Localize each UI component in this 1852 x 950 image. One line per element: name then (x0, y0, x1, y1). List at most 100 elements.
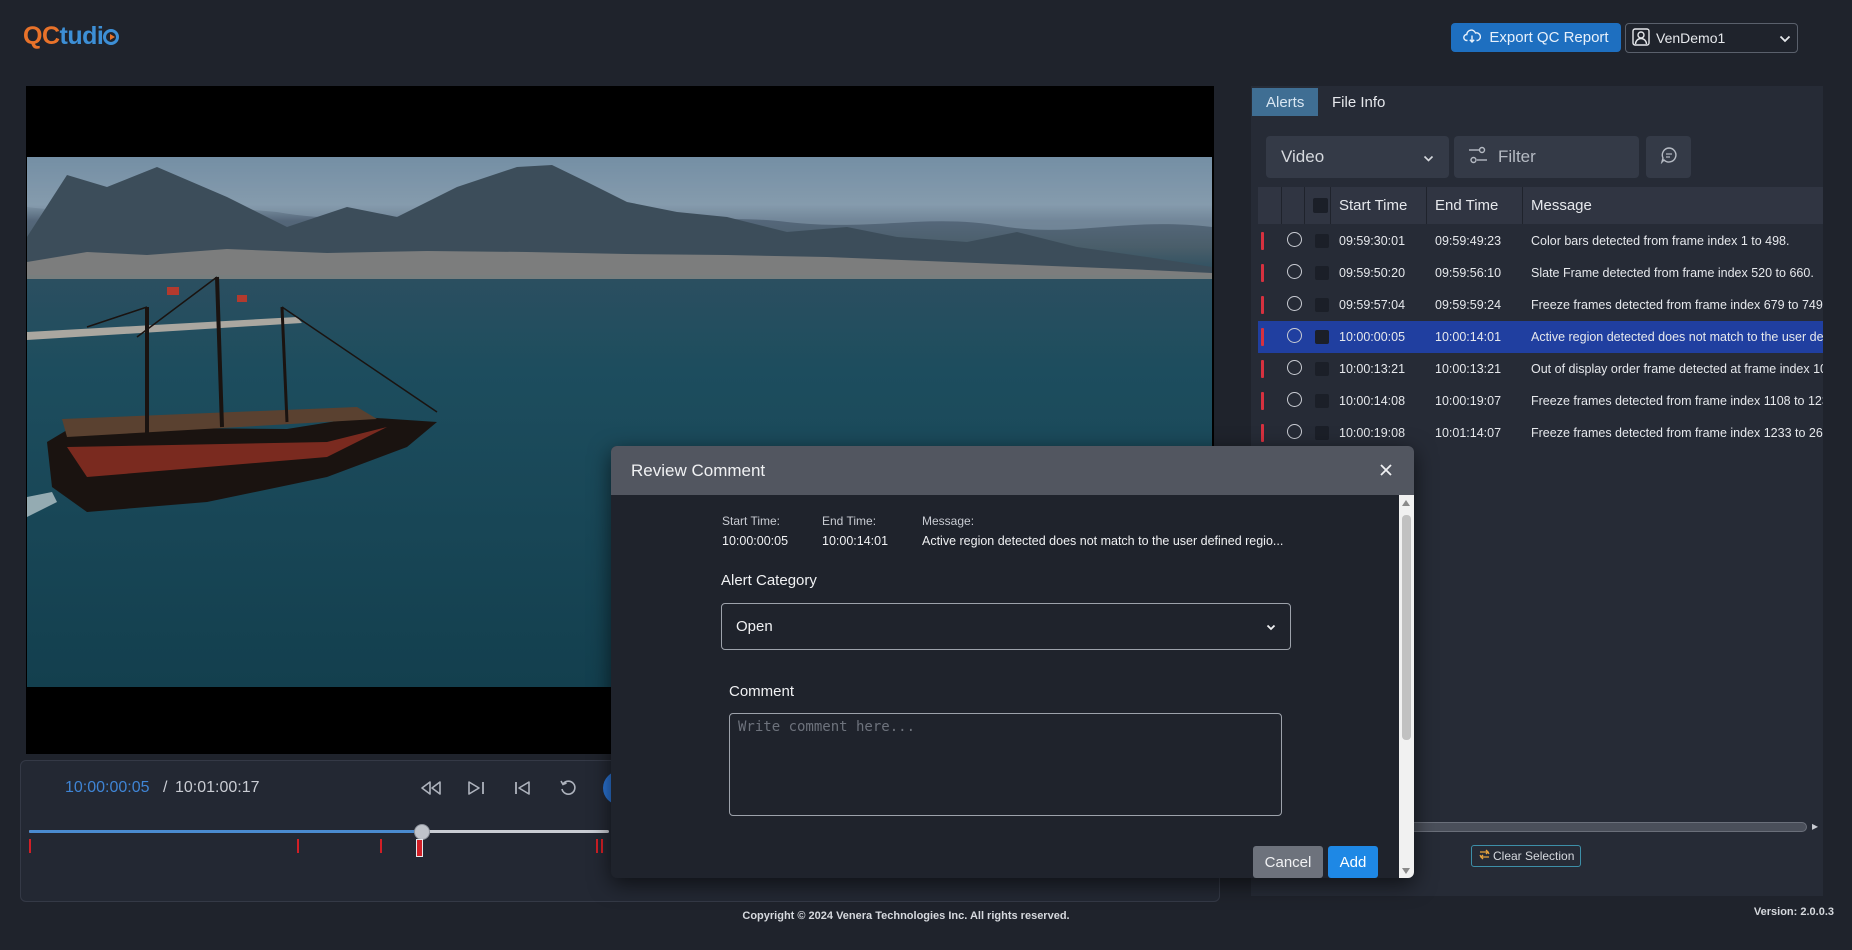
table-row[interactable]: 10:00:13:21 10:00:13:21 Out of display o… (1258, 353, 1823, 385)
row-checkbox[interactable] (1315, 394, 1329, 408)
table-row[interactable]: 10:00:19:08 10:01:14:07 Freeze frames de… (1258, 417, 1823, 449)
table-row[interactable]: 09:59:50:20 09:59:56:10 Slate Frame dete… (1258, 257, 1823, 289)
cell-start-time: 09:59:50:20 (1339, 266, 1406, 280)
row-checkbox[interactable] (1315, 330, 1329, 344)
comment-icon (1660, 146, 1678, 169)
scroll-up-icon[interactable] (1402, 500, 1410, 506)
clear-selection-button[interactable]: Clear Selection (1471, 845, 1582, 867)
comment-button[interactable] (1646, 136, 1691, 178)
cell-message: Color bars detected from frame index 1 t… (1531, 234, 1790, 248)
cell-start-time: 09:59:30:01 (1339, 234, 1406, 248)
start-time-label: Start Time: (722, 514, 781, 528)
horizontal-scrollbar[interactable] (1409, 822, 1807, 832)
close-icon[interactable] (1376, 460, 1396, 480)
cell-start-time: 10:00:00:05 (1339, 330, 1406, 344)
export-qc-report-button[interactable]: Export QC Report (1451, 23, 1621, 52)
scrollbar-thumb[interactable] (1402, 515, 1411, 740)
alert-severity-marker (1261, 392, 1264, 410)
row-radio[interactable] (1287, 328, 1302, 343)
cell-message: Freeze frames detected from frame index … (1531, 426, 1823, 440)
cell-end-time: 10:00:14:01 (1435, 330, 1502, 344)
version-text: Version: 2.0.0.3 (1753, 906, 1834, 918)
row-checkbox[interactable] (1315, 362, 1329, 376)
clear-icon (1478, 849, 1491, 863)
stream-select-value: Video (1281, 147, 1325, 166)
tab-alerts[interactable]: Alerts (1252, 88, 1319, 116)
cell-message: Active region detected does not match to… (1531, 330, 1823, 344)
alert-marker[interactable] (29, 839, 31, 853)
add-button[interactable]: Add (1328, 846, 1378, 878)
table-header: Start Time End Time Message (1258, 187, 1823, 224)
column-header-message[interactable]: Message (1531, 197, 1592, 214)
dialog-vertical-scrollbar[interactable] (1399, 495, 1414, 878)
alert-marker[interactable] (297, 839, 299, 853)
row-checkbox[interactable] (1315, 298, 1329, 312)
cell-end-time: 10:00:13:21 (1435, 362, 1502, 376)
stream-select[interactable]: Video (1266, 136, 1449, 178)
column-header-end-time[interactable]: End Time (1435, 197, 1498, 214)
chevron-down-icon (1423, 147, 1434, 167)
cell-end-time: 09:59:59:24 (1435, 298, 1502, 312)
table-row-selected[interactable]: 10:00:00:05 10:00:14:01 Active region de… (1258, 321, 1823, 353)
filter-label: Filter (1498, 147, 1536, 166)
row-checkbox[interactable] (1315, 266, 1329, 280)
tab-file-info[interactable]: File Info (1318, 88, 1399, 116)
alert-severity-marker (1261, 264, 1264, 282)
alert-severity-marker (1261, 232, 1264, 250)
alert-category-select[interactable]: Open (721, 603, 1291, 650)
row-radio[interactable] (1287, 360, 1302, 375)
table-row[interactable]: 09:59:57:04 09:59:59:24 Freeze frames de… (1258, 289, 1823, 321)
table-row[interactable]: 10:00:14:08 10:00:19:07 Freeze frames de… (1258, 385, 1823, 417)
replay-icon[interactable] (556, 776, 580, 800)
alert-marker[interactable] (596, 839, 598, 853)
select-all-checkbox[interactable] (1313, 198, 1328, 213)
export-button-label: Export QC Report (1489, 29, 1609, 46)
row-checkbox[interactable] (1315, 234, 1329, 248)
cell-start-time: 10:00:14:08 (1339, 394, 1406, 408)
cloud-download-icon (1463, 28, 1482, 47)
end-time-value: 10:00:14:01 (822, 534, 889, 548)
alert-severity-marker (1261, 360, 1264, 378)
user-name: VenDemo1 (1656, 30, 1726, 46)
cell-end-time: 10:01:14:07 (1435, 426, 1502, 440)
play-circle-icon (103, 29, 120, 45)
cell-message: Out of display order frame detected at f… (1531, 362, 1823, 376)
scroll-down-icon[interactable] (1402, 868, 1410, 874)
scrub-handle[interactable] (414, 824, 430, 840)
frame-step-icon[interactable] (465, 776, 489, 800)
comment-textarea[interactable]: Write comment here... (729, 713, 1282, 816)
row-radio[interactable] (1287, 232, 1302, 247)
alert-category-value: Open (736, 618, 773, 635)
table-row[interactable]: 09:59:30:01 09:59:49:23 Color bars detec… (1258, 225, 1823, 257)
alert-marker-selected[interactable] (416, 839, 423, 857)
alert-severity-marker (1261, 296, 1264, 314)
add-button-label: Add (1339, 853, 1367, 871)
dialog-header: Review Comment (611, 446, 1414, 495)
rewind-icon[interactable] (419, 776, 443, 800)
row-radio[interactable] (1287, 296, 1302, 311)
column-header-start-time[interactable]: Start Time (1339, 197, 1407, 214)
row-radio[interactable] (1287, 264, 1302, 279)
chevron-down-icon (1779, 30, 1791, 46)
row-radio[interactable] (1287, 392, 1302, 407)
tab-label: File Info (1332, 93, 1386, 111)
filter-button[interactable]: Filter (1454, 136, 1639, 178)
alert-marker[interactable] (601, 839, 603, 853)
alert-marker[interactable] (380, 839, 382, 853)
message-value: Active region detected does not match to… (922, 534, 1284, 548)
cell-message: Slate Frame detected from frame index 52… (1531, 266, 1814, 280)
clear-selection-label: Clear Selection (1493, 849, 1575, 863)
scroll-right-icon[interactable]: ▸ (1812, 819, 1818, 833)
user-select[interactable]: VenDemo1 (1625, 23, 1798, 53)
row-checkbox[interactable] (1315, 426, 1329, 440)
tab-label: Alerts (1266, 93, 1305, 111)
row-radio[interactable] (1287, 424, 1302, 439)
cell-message: Freeze frames detected from frame index … (1531, 298, 1823, 312)
time-separator: / (163, 779, 168, 796)
app-logo: QCtudi (23, 22, 120, 51)
skip-to-start-icon[interactable] (511, 776, 535, 800)
comment-label: Comment (729, 683, 795, 700)
cancel-button[interactable]: Cancel (1253, 846, 1323, 878)
cell-message: Freeze frames detected from frame index … (1531, 394, 1823, 408)
current-time: 10:00:00:05 (65, 779, 150, 796)
